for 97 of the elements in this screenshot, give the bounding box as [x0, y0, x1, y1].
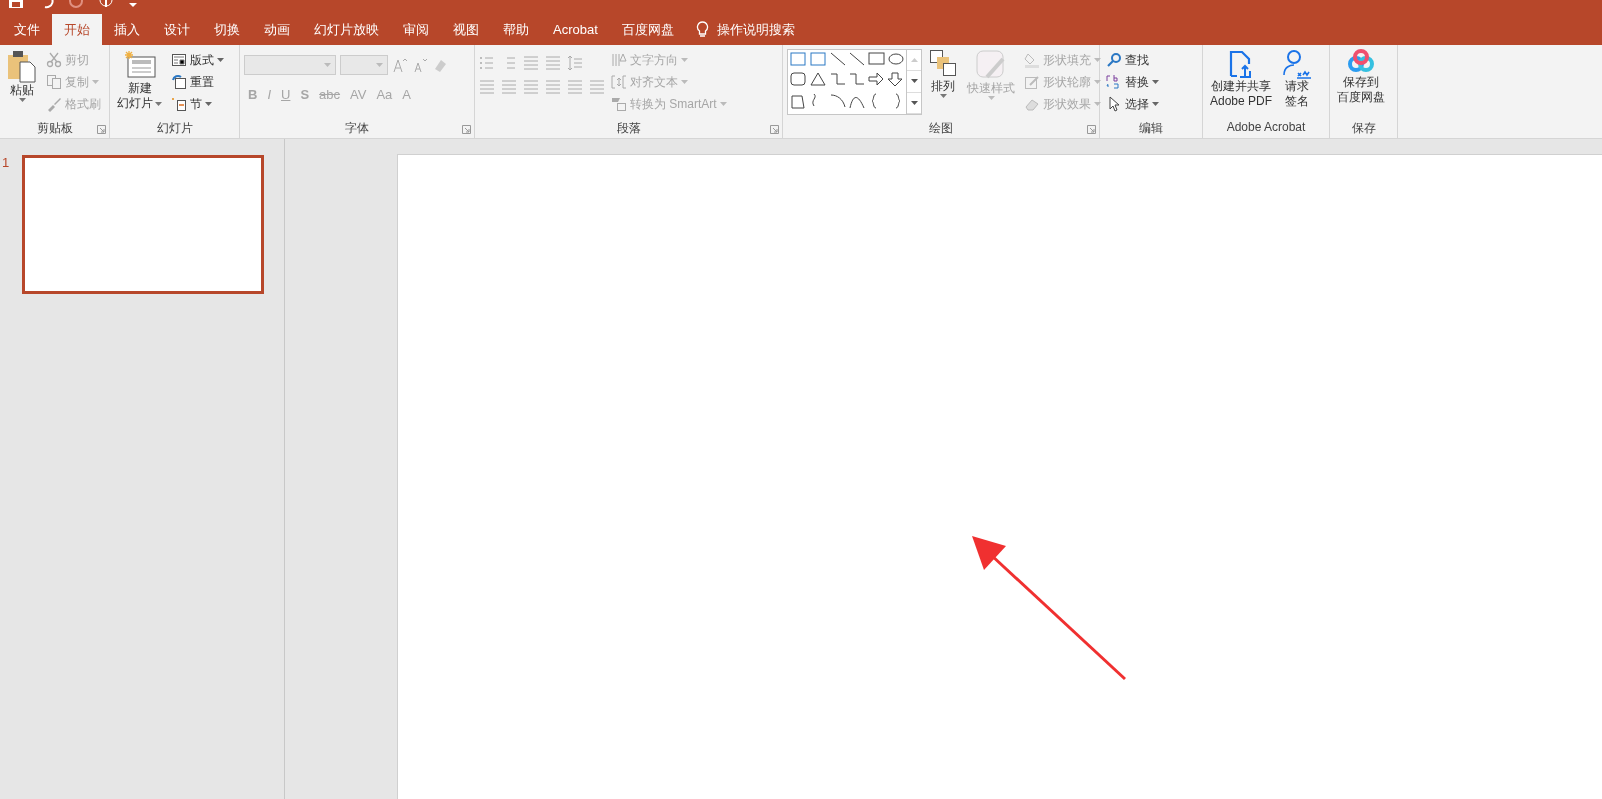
search-icon: [1106, 52, 1122, 68]
ribbon-tab[interactable]: 开始: [52, 14, 102, 45]
signature-icon: [1282, 49, 1313, 79]
group-label: 绘图: [929, 120, 953, 137]
dialog-launcher-icon[interactable]: [1087, 125, 1096, 134]
dialog-launcher-icon[interactable]: [97, 125, 106, 134]
caret-icon: [1152, 102, 1159, 106]
distributed-icon: [567, 79, 583, 95]
save-to-cloud-button[interactable]: 保存到 百度网盘: [1334, 49, 1388, 120]
columns-icon: [589, 79, 605, 95]
caret-icon: [681, 58, 688, 62]
align-left-icon: [479, 79, 495, 95]
align-text-icon: [611, 74, 627, 90]
reset-icon: [171, 74, 187, 90]
pencil-icon: [1024, 74, 1040, 90]
increase-indent-icon: [545, 55, 561, 71]
font-name-combo[interactable]: [244, 55, 336, 75]
shapes-gallery-drawing[interactable]: [788, 50, 906, 112]
dialog-launcher-icon[interactable]: [462, 125, 471, 134]
slide-thumbnail[interactable]: [22, 155, 264, 294]
text-direction-icon: [611, 52, 627, 68]
ribbon-tab[interactable]: 插入: [102, 14, 152, 45]
ribbon-tab[interactable]: 切换: [202, 14, 252, 45]
caret-icon: [1094, 80, 1101, 84]
ribbon-tab[interactable]: 百度网盘: [609, 14, 686, 45]
group-label: 保存: [1351, 120, 1376, 137]
caret-icon: [1094, 102, 1101, 106]
caret-icon: [324, 63, 331, 67]
editing-button[interactable]: 选择: [1104, 93, 1161, 115]
ribbon-tab[interactable]: 动画: [252, 14, 302, 45]
arrange-button[interactable]: 排列: [926, 49, 960, 120]
justify-icon: [545, 79, 561, 95]
slide-number: 1: [2, 155, 11, 172]
group-label: Adobe Acrobat: [1226, 120, 1306, 136]
brush-icon: [46, 96, 62, 112]
new-slide-button[interactable]: 新建 幻灯片: [114, 49, 165, 120]
ribbon-tab[interactable]: 帮助: [491, 14, 541, 45]
shrink-font-icon: [412, 57, 428, 73]
caret-icon: [910, 100, 918, 105]
new-slide-icon: [122, 49, 157, 81]
align-right-icon: [523, 79, 539, 95]
caret-icon: [987, 96, 995, 100]
cursor-icon: [1106, 96, 1122, 112]
font-size-combo[interactable]: [340, 55, 388, 75]
layout-icon: [171, 52, 187, 68]
align-center-icon: [501, 79, 517, 95]
ribbon-tab[interactable]: Acrobat: [541, 14, 610, 45]
caret-icon: [910, 79, 918, 84]
cloud-logo-icon: [1346, 49, 1376, 75]
editing-button[interactable]: 查找: [1104, 49, 1161, 71]
group-label: 幻灯片: [156, 120, 193, 137]
slides-button[interactable]: 版式: [169, 49, 226, 71]
caret-icon: [910, 58, 918, 63]
caret-icon: [217, 58, 224, 62]
paint-bucket-icon: [1024, 52, 1040, 68]
decrease-indent-icon: [523, 55, 539, 71]
slides-button[interactable]: 节: [169, 93, 226, 115]
ribbon-tab[interactable]: 幻灯片放映: [302, 14, 391, 45]
group-label: 字体: [345, 120, 369, 137]
group-label: 编辑: [1139, 120, 1163, 137]
clipboard-icon: [7, 49, 37, 83]
tell-me-search[interactable]: 操作说明搜索: [685, 14, 805, 45]
ribbon-tab[interactable]: 文件: [2, 14, 52, 45]
quick-styles-icon: [975, 49, 1007, 81]
create-pdf-button[interactable]: 创建并共享 Adobe PDF: [1207, 49, 1276, 120]
ribbon-tab[interactable]: 视图: [441, 14, 491, 45]
copy-icon: [46, 74, 62, 90]
clear-format-icon: [432, 57, 448, 73]
caret-icon: [205, 102, 212, 106]
caret-icon: [939, 94, 947, 98]
caret-icon: [376, 63, 383, 67]
grow-font-icon: [392, 57, 408, 73]
line-spacing-icon: [567, 55, 583, 71]
bullets-icon: [479, 55, 495, 71]
group-label: 段落: [616, 120, 641, 137]
caret-icon: [1152, 80, 1159, 84]
pdf-share-icon: [1228, 49, 1254, 79]
group-label: 剪贴板: [36, 120, 73, 137]
caret-icon: [681, 80, 688, 84]
caret-icon: [1094, 58, 1101, 62]
ribbon-tab[interactable]: 审阅: [391, 14, 441, 45]
paste-button[interactable]: 粘贴: [4, 49, 40, 120]
dialog-launcher-icon[interactable]: [770, 125, 779, 134]
editing-button[interactable]: 替换: [1104, 71, 1161, 93]
scissors-icon: [46, 52, 62, 68]
slides-button[interactable]: 重置: [169, 71, 226, 93]
section-icon: [171, 96, 187, 112]
smartart-icon: [611, 96, 627, 112]
arrange-icon: [929, 49, 957, 79]
caret-icon: [92, 80, 99, 84]
ribbon-tab[interactable]: 设计: [152, 14, 202, 45]
caret-icon: [18, 98, 26, 102]
replace-icon: [1106, 74, 1122, 90]
lightbulb-icon: [695, 21, 709, 38]
caret-icon: [719, 102, 727, 106]
caret-icon: [155, 101, 162, 106]
request-signature-button[interactable]: 请求 签名: [1279, 49, 1316, 120]
